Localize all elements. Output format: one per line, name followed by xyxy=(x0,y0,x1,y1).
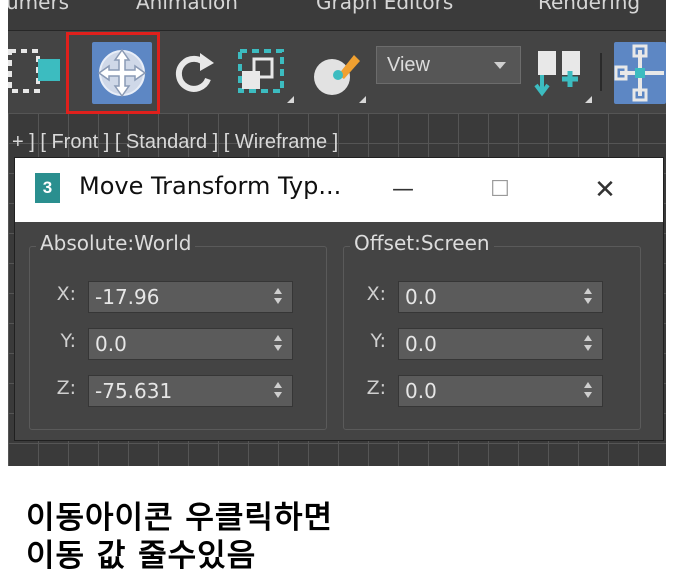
spinner-arrows-icon[interactable] xyxy=(584,288,594,306)
use-pivot-icon xyxy=(614,44,664,102)
offset-y-value[interactable]: 0.0 xyxy=(405,332,437,356)
y-axis-label: Y: xyxy=(60,330,76,352)
offset-y-spinner[interactable]: 0.0 xyxy=(398,328,603,360)
spinner-arrows-icon[interactable] xyxy=(584,335,594,353)
viewport-label[interactable]: + ] [ Front ] [ Standard ] [ Wireframe ] xyxy=(12,131,338,154)
snap-icon[interactable] xyxy=(534,45,592,103)
offset-x-value[interactable]: 0.0 xyxy=(405,285,437,309)
x-axis-label: X: xyxy=(366,283,386,305)
maximize-button[interactable]: ☐ xyxy=(465,158,535,222)
dialog-title: Move Transform Typ... xyxy=(79,172,342,200)
select-region-icon[interactable] xyxy=(8,45,64,101)
y-axis-label: Y: xyxy=(370,330,386,352)
menu-item-graph-editors[interactable]: Graph Editors xyxy=(316,0,453,14)
move-icon-highlight-box xyxy=(66,32,160,114)
absolute-z-value[interactable]: -75.631 xyxy=(95,379,172,403)
3dsmax-app-icon: 3 xyxy=(35,173,60,203)
caption-line-2: 이동 값 줄수있음 xyxy=(26,538,257,574)
use-pivot-button[interactable] xyxy=(614,42,666,104)
dialog-titlebar[interactable]: 3 Move Transform Typ... — ☐ ✕ xyxy=(15,158,663,222)
absolute-z-row: Z: -75.631 xyxy=(48,375,318,407)
menu-item-animation[interactable]: Animation xyxy=(136,0,238,14)
chevron-down-icon xyxy=(494,62,506,69)
absolute-world-label: Absolute:World xyxy=(36,231,196,255)
scale-icon[interactable] xyxy=(236,45,294,103)
offset-z-row: Z: 0.0 xyxy=(358,375,628,407)
absolute-world-group: Absolute:World X: -17.96 Y: 0.0 Z: -75.6… xyxy=(29,231,327,430)
minimize-button[interactable]: — xyxy=(368,158,438,222)
offset-x-spinner[interactable]: 0.0 xyxy=(398,281,603,313)
move-transform-type-in-dialog: 3 Move Transform Typ... — ☐ ✕ Absolute:W… xyxy=(14,157,664,441)
offset-y-row: Y: 0.0 xyxy=(358,328,628,360)
offset-x-row: X: 0.0 xyxy=(358,281,628,313)
offset-screen-group: Offset:Screen X: 0.0 Y: 0.0 Z: 0.0 xyxy=(343,231,641,430)
menu-item-customers[interactable]: umers xyxy=(8,0,69,14)
spinner-arrows-icon[interactable] xyxy=(274,288,284,306)
offset-z-value[interactable]: 0.0 xyxy=(405,379,437,403)
spinner-arrows-icon[interactable] xyxy=(274,335,284,353)
absolute-y-row: Y: 0.0 xyxy=(48,328,318,360)
absolute-x-value[interactable]: -17.96 xyxy=(95,285,159,309)
rotate-icon[interactable] xyxy=(170,49,218,97)
z-axis-label: Z: xyxy=(56,377,76,399)
close-button[interactable]: ✕ xyxy=(570,158,640,222)
absolute-y-spinner[interactable]: 0.0 xyxy=(88,328,293,360)
offset-z-spinner[interactable]: 0.0 xyxy=(398,375,603,407)
offset-screen-label: Offset:Screen xyxy=(350,231,494,255)
spinner-arrows-icon[interactable] xyxy=(584,382,594,400)
toolbar-divider xyxy=(600,53,602,91)
absolute-x-row: X: -17.96 xyxy=(48,281,318,313)
absolute-x-spinner[interactable]: -17.96 xyxy=(88,281,293,313)
z-axis-label: Z: xyxy=(366,377,386,399)
menu-item-rendering[interactable]: Rendering xyxy=(538,0,640,14)
spinner-arrows-icon[interactable] xyxy=(274,382,284,400)
x-axis-label: X: xyxy=(56,283,76,305)
reference-coordinate-dropdown[interactable]: View xyxy=(376,46,521,84)
absolute-y-value[interactable]: 0.0 xyxy=(95,332,127,356)
material-editor-icon[interactable] xyxy=(308,45,366,103)
view-dropdown-value: View xyxy=(387,54,430,76)
absolute-z-spinner[interactable]: -75.631 xyxy=(88,375,293,407)
menu-bar: umers Animation Graph Editors Rendering xyxy=(8,0,666,31)
